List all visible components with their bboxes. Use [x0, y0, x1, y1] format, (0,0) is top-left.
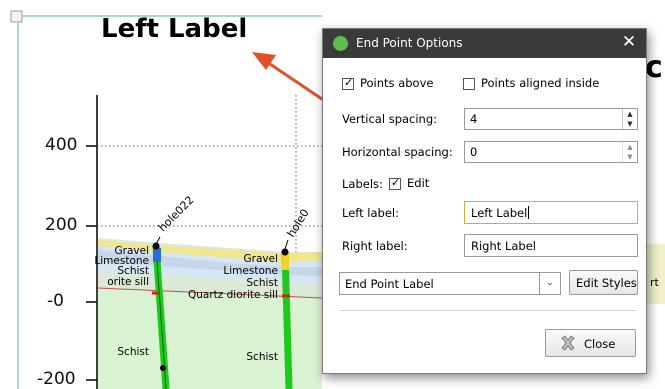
right-title-fragment: c — [645, 50, 663, 85]
text-caret — [528, 206, 530, 219]
end-point-options-dialog: End Point Options ✕ ✓ Points above Point… — [322, 28, 647, 374]
vertical-spacing-label: Vertical spacing: — [342, 112, 438, 126]
stratum-label: orite sill — [107, 276, 149, 288]
stratum-label: Quartz diorite sill — [188, 289, 278, 301]
points-aligned-inside-checkbox[interactable] — [463, 78, 475, 90]
dialog-divider — [339, 310, 637, 311]
close-x-icon — [561, 335, 575, 351]
left-label-input-value: Left Label — [471, 206, 530, 220]
check-icon: ✓ — [391, 176, 401, 189]
right-label-input-value: Right Label — [471, 239, 536, 253]
stratum-label: Schist — [117, 346, 149, 358]
close-button-label: Close — [584, 337, 616, 351]
spin-arrows: ▲ ▼ — [622, 142, 637, 162]
spin-up-icon[interactable]: ▲ — [623, 109, 637, 119]
spin-down-icon[interactable]: ▼ — [623, 152, 637, 162]
points-above-checkbox[interactable]: ✓ — [342, 76, 354, 90]
drillhole-hole0[interactable] — [281, 251, 293, 389]
dialog-title: End Point Options — [356, 36, 463, 50]
y-tick-label: -0 — [47, 291, 64, 311]
app-leaf-icon — [333, 36, 348, 51]
horizontal-spacing-value: 0 — [470, 145, 478, 159]
edit-labels-checkbox[interactable]: ✓ — [389, 176, 401, 190]
close-icon[interactable]: ✕ — [620, 32, 638, 52]
corner-handle-icon[interactable] — [10, 10, 23, 23]
right-label-field-label: Right label: — [342, 239, 408, 253]
chevron-down-icon[interactable]: ⌄ — [539, 273, 560, 294]
right-label-input[interactable]: Right Label — [464, 234, 638, 257]
label-style-select[interactable]: End Point Label ⌄ — [339, 272, 561, 295]
stratum-label: Schist — [246, 277, 278, 289]
points-above-label: Points above — [360, 76, 434, 90]
edit-labels-label: Edit — [407, 176, 430, 190]
y-tick-label: 200 — [45, 215, 78, 235]
close-button[interactable]: Close — [545, 329, 636, 357]
hole-label-hole022: hole022 — [156, 193, 197, 234]
horizontal-spacing-label: Horizontal spacing: — [342, 145, 453, 159]
check-icon: ✓ — [344, 76, 354, 89]
drillhole-gravel-segment-2 — [282, 254, 289, 270]
spin-up-icon[interactable]: ▲ — [623, 142, 637, 152]
y-tick-label: -200 — [37, 369, 76, 389]
drillhole-gravel-segment — [153, 248, 161, 262]
points-aligned-inside-label: Points aligned inside — [481, 76, 600, 90]
spin-down-icon[interactable]: ▼ — [623, 119, 637, 129]
right-stratum-text-fragment: rt — [650, 276, 659, 289]
edit-styles-button[interactable]: Edit Styles — [569, 270, 638, 295]
stratum-label: Gravel — [244, 253, 278, 265]
left-label-preview[interactable]: Left Label — [101, 14, 247, 44]
label-style-value: End Point Label — [345, 277, 434, 291]
labels-label: Labels: — [342, 177, 383, 191]
spin-arrows: ▲ ▼ — [622, 109, 637, 129]
left-label-field-label: Left label: — [342, 206, 399, 220]
hole-label-hole0: hole0 — [285, 207, 312, 240]
y-tick-label: 400 — [45, 135, 78, 155]
sample-marker — [160, 365, 166, 371]
vertical-spacing-value: 4 — [470, 112, 478, 126]
horizontal-spacing-spinbox[interactable]: 0 ▲ ▼ — [464, 141, 638, 163]
right-stratum-fragment — [645, 244, 665, 304]
vertical-spacing-spinbox[interactable]: 4 ▲ ▼ — [464, 108, 638, 130]
edit-styles-label: Edit Styles — [576, 276, 637, 290]
stratum-label: Limestone — [223, 265, 278, 277]
stratum-label: Schist — [246, 351, 278, 363]
dialog-titlebar[interactable]: End Point Options ✕ — [323, 29, 646, 58]
left-label-input[interactable]: Left Label — [464, 201, 638, 224]
